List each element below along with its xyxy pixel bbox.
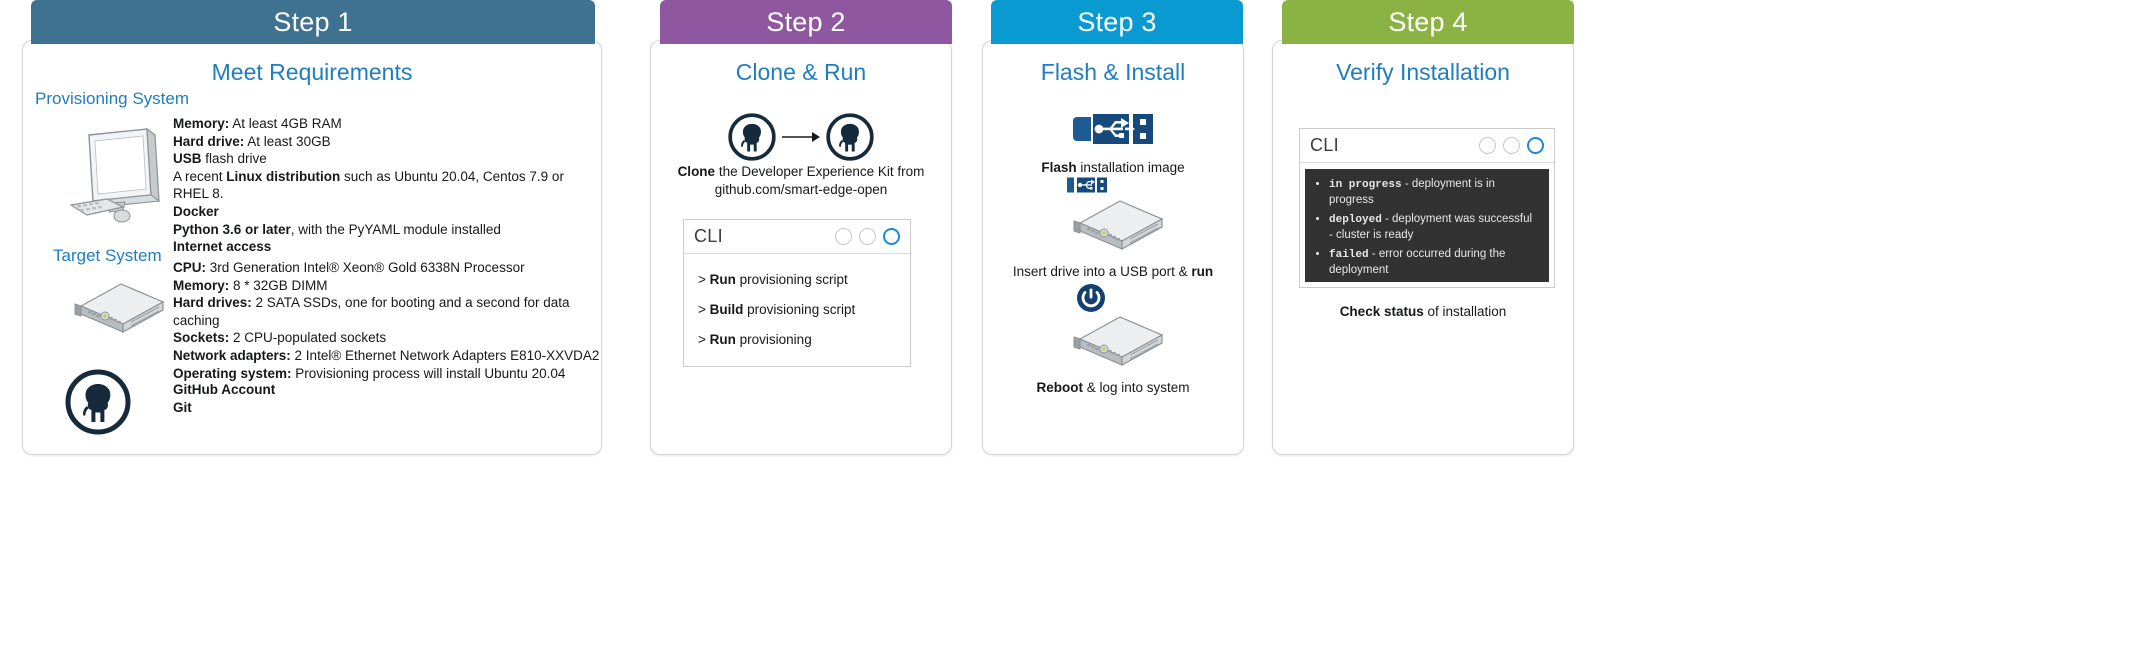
step-2-body: Clone & Run Clone the Developer Experien… <box>650 40 952 455</box>
cli-dot-maximize[interactable] <box>1503 137 1520 154</box>
flash-caption: Flash installation image <box>1041 160 1185 175</box>
spec-row: Git <box>173 400 192 415</box>
status-item: in progress - deployment is in progress <box>1329 177 1539 208</box>
step-2-header: Step 2 <box>660 0 952 44</box>
cli-console-output: in progress - deployment is in progress … <box>1305 169 1549 282</box>
step-3-header: Step 3 <box>991 0 1243 44</box>
github-icon <box>826 113 874 166</box>
cli-dot-minimize[interactable] <box>1479 137 1496 154</box>
desktop-computer-icon <box>59 119 167 232</box>
step-1-body: Meet Requirements Provisioning System Me… <box>22 40 602 455</box>
cli-title: CLI <box>694 226 723 246</box>
spec-row: Sockets: 2 CPU-populated sockets <box>173 330 387 346</box>
cli-window[interactable]: CLI in progress - deployment is in progr… <box>1299 128 1555 288</box>
four-step-infographic: Step 1 Meet Requirements Provisioning Sy… <box>0 0 2154 662</box>
usb-drive-icon <box>983 109 1243 154</box>
usb-drive-icon <box>1066 175 1108 200</box>
arrow-right-icon <box>782 129 820 150</box>
spec-row: A recent Linux distribution such as Ubun… <box>173 168 564 202</box>
step-3-body: Flash & Install Flash installation image… <box>982 40 1244 455</box>
spec-row: Network adapters: 2 Intel® Ethernet Netw… <box>173 347 600 363</box>
step-1-header: Step 1 <box>31 0 595 44</box>
step-1-column: Step 1 Meet Requirements Provisioning Sy… <box>22 0 608 455</box>
clone-caption: Clone the Developer Experience Kit from … <box>651 163 951 199</box>
step-4-title: Verify Installation <box>1336 59 1510 85</box>
rack-server-usb-icon <box>983 177 1243 260</box>
step-4-column: Step 4 Verify Installation CLI in progre… <box>1272 0 1584 455</box>
cli-dot-close[interactable] <box>883 228 900 245</box>
step-4-body: Verify Installation CLI in progress - de… <box>1272 40 1574 455</box>
github-icon <box>65 369 131 440</box>
step-4-header: Step 4 <box>1282 0 1574 44</box>
cli-title-bar: CLI <box>684 220 910 254</box>
cli-command-row: > Build provisioning script <box>698 302 856 317</box>
repo-url-text: github.com/smart-edge-open <box>714 182 888 197</box>
spec-row: Memory: At least 4GB RAM <box>173 116 342 131</box>
spec-row: Operating system: Provisioning process w… <box>173 365 566 381</box>
step-3-title: Flash & Install <box>1040 59 1186 85</box>
cli-window-controls <box>1479 137 1544 154</box>
rack-server-icon <box>59 276 169 343</box>
target-system-specs: CPU: 3rd Generation Intel® Xeon® Gold 63… <box>173 259 601 382</box>
provisioning-system-label: Provisioning System <box>35 89 190 108</box>
status-item: deployed - deployment was successful - c… <box>1329 212 1539 243</box>
cli-title: CLI <box>1310 135 1339 155</box>
step-3-column: Step 3 Flash & Install Flash installatio… <box>982 0 1252 455</box>
rack-server-power-icon <box>983 284 1243 376</box>
provisioning-system-specs: Memory: At least 4GB RAM Hard drive: At … <box>173 115 601 256</box>
cli-title-bar: CLI <box>1300 129 1554 163</box>
cli-dot-minimize[interactable] <box>835 228 852 245</box>
spec-row: Docker <box>173 203 219 219</box>
insert-drive-caption: Insert drive into a USB port & run <box>1012 264 1214 279</box>
target-system-label: Target System <box>53 246 162 265</box>
spec-row: CPU: 3rd Generation Intel® Xeon® Gold 63… <box>173 260 525 275</box>
cli-command-row: > Run provisioning <box>698 332 812 347</box>
cli-dot-close[interactable] <box>1527 137 1544 154</box>
cli-command-list: > Run provisioning script > Build provis… <box>684 254 910 347</box>
spec-row: Memory: 8 * 32GB DIMM <box>173 277 328 293</box>
github-requirements: GitHub Account Git <box>173 381 275 417</box>
step-2-column: Step 2 Clone & Run Clone the Developer E… <box>650 0 962 455</box>
step-1-title: Meet Requirements <box>211 59 413 85</box>
step-2-title: Clone & Run <box>735 59 867 85</box>
spec-row: Internet access <box>173 239 272 255</box>
cli-window[interactable]: CLI > Run provisioning script > Build pr… <box>683 219 911 367</box>
spec-row: Python 3.6 or later, with the PyYAML mod… <box>173 221 501 237</box>
github-icon <box>728 113 776 166</box>
status-item: failed - error occurred during the deplo… <box>1329 247 1539 278</box>
power-icon <box>1076 283 1106 318</box>
cli-command-row: > Run provisioning script <box>698 272 848 287</box>
cli-dot-maximize[interactable] <box>859 228 876 245</box>
cli-window-controls <box>835 228 900 245</box>
spec-row: USB flash drive <box>173 151 267 167</box>
reboot-caption: Reboot & log into system <box>1036 380 1190 395</box>
spec-row: GitHub Account <box>173 382 276 397</box>
spec-row: Hard drives: 2 SATA SSDs, one for bootin… <box>173 295 570 328</box>
check-status-caption: Check status of installation <box>1339 304 1507 319</box>
spec-row: Hard drive: At least 30GB <box>173 133 331 149</box>
clone-diagram <box>651 113 951 166</box>
